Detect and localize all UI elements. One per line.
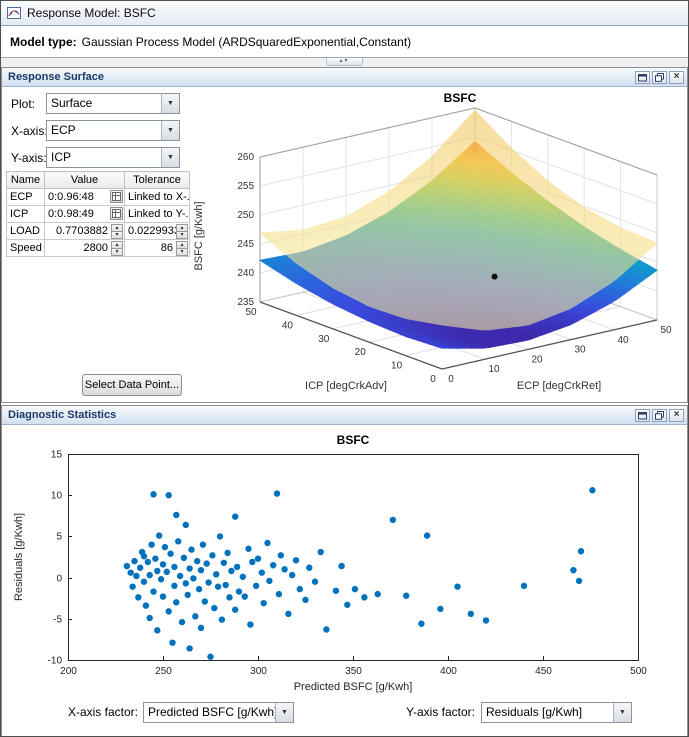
tolerance-spinner[interactable]: ▴ ▾: [176, 241, 188, 256]
xaxis-label: X-axis:: [11, 124, 48, 138]
column-header-value: Value: [44, 171, 125, 189]
spinner-up-icon[interactable]: ▴: [176, 224, 188, 232]
residuals-plot-canvas[interactable]: [2, 424, 688, 696]
close-icon: ×: [673, 71, 680, 82]
y-factor-select[interactable]: Residuals [g/Kwh] ▼: [481, 702, 632, 723]
spinner-down-icon[interactable]: ▾: [176, 232, 188, 239]
factor-row-ecp: ECP 0:0.96:48 Linked to X-...: [6, 188, 190, 206]
grid-icon: [112, 209, 121, 218]
factor-name-cell: ECP: [6, 188, 45, 206]
column-header-name: Name: [6, 171, 45, 189]
edit-values-button[interactable]: [110, 190, 123, 203]
factor-value-cell[interactable]: 2800 ▴ ▾: [44, 239, 125, 257]
select-data-point-button[interactable]: Select Data Point...: [82, 374, 182, 396]
spinner-down-icon[interactable]: ▾: [111, 249, 123, 256]
horizontal-splitter[interactable]: ▴▾: [1, 58, 688, 67]
value-spinner[interactable]: ▴ ▾: [111, 224, 123, 239]
factor-tolerance-cell[interactable]: Linked to X-...: [124, 188, 190, 206]
spinner-up-icon[interactable]: ▴: [176, 241, 188, 249]
window-title: Response Model: BSFC: [27, 6, 156, 20]
plot-label: Plot:: [11, 97, 36, 111]
diagnostic-statistics-panel-header: Diagnostic Statistics ×: [2, 406, 687, 425]
spinner-down-icon[interactable]: ▾: [176, 249, 188, 256]
xaxis-select[interactable]: ECP ▼: [46, 120, 180, 141]
chevron-down-icon[interactable]: ▼: [275, 703, 293, 722]
yaxis-value: ICP: [51, 150, 72, 164]
spinner-up-icon[interactable]: ▴: [111, 224, 123, 232]
factor-value-text: 2800: [83, 242, 108, 254]
spinner-up-icon[interactable]: ▴: [111, 241, 123, 249]
factor-value-text: 0:0.98:49: [48, 208, 94, 220]
chevron-down-icon[interactable]: ▼: [161, 121, 179, 140]
window-titlebar[interactable]: Response Model: BSFC: [1, 1, 688, 26]
panel-close-button[interactable]: ×: [669, 70, 684, 84]
chevron-down-icon[interactable]: ▼: [161, 94, 179, 113]
factor-tolerance-cell[interactable]: 86 ▴ ▾: [124, 239, 190, 257]
column-header-tolerance: Tolerance: [124, 171, 190, 189]
factor-tolerance-text: 86: [160, 242, 173, 254]
factor-value-cell[interactable]: 0.7703882 ▴ ▾: [44, 222, 125, 240]
surface-plot-canvas[interactable]: [188, 86, 688, 402]
panel-title: Response Surface: [8, 71, 104, 83]
panel-undock-button[interactable]: [652, 70, 667, 84]
diagnostic-statistics-panel: Diagnostic Statistics × X-axis factor: P…: [1, 405, 688, 736]
factor-value-text: 0.7703882: [56, 225, 108, 237]
tolerance-spinner[interactable]: ▴ ▾: [176, 224, 188, 239]
factor-tolerance-cell[interactable]: Linked to Y-...: [124, 205, 190, 223]
undock-icon: [655, 72, 664, 82]
x-factor-label: X-axis factor:: [67, 705, 138, 719]
factor-name-cell: LOAD: [6, 222, 45, 240]
factor-tolerance-cell[interactable]: 0.0229933 ▴ ▾: [124, 222, 190, 240]
maximize-icon: [638, 411, 647, 419]
y-factor-value: Residuals [g/Kwh]: [486, 705, 583, 719]
factor-value-text: 0:0.96:48: [48, 191, 94, 203]
panel-maximize-button[interactable]: [635, 408, 650, 422]
plot-type-value: Surface: [51, 96, 93, 110]
close-icon: ×: [673, 409, 680, 420]
grid-icon: [112, 192, 121, 201]
model-type-label: Model type:: [10, 34, 77, 49]
model-type-bar: Model type: Gaussian Process Model (ARDS…: [1, 26, 688, 58]
panel-title: Diagnostic Statistics: [8, 409, 117, 421]
factor-row-icp: ICP 0:0.98:49 Linked to Y-...: [6, 205, 190, 223]
factor-name-cell: Speed: [6, 239, 45, 257]
factor-table: Name Value Tolerance ECP 0:0.96:48 Linke…: [6, 171, 190, 257]
edit-values-button[interactable]: [110, 207, 123, 220]
response-surface-panel: Response Surface × Plot: Surface ▼ X-axi…: [1, 67, 688, 403]
yaxis-label: Y-axis:: [11, 151, 47, 165]
panel-maximize-button[interactable]: [635, 70, 650, 84]
splitter-grip-icon[interactable]: ▴▾: [326, 58, 363, 66]
factor-value-cell[interactable]: 0:0.98:49: [44, 205, 125, 223]
xaxis-value: ECP: [51, 123, 76, 137]
model-type-value: Gaussian Process Model (ARDSquaredExpone…: [81, 34, 412, 49]
value-spinner[interactable]: ▴ ▾: [111, 241, 123, 256]
x-factor-select[interactable]: Predicted BSFC [g/Kwh] ▼: [143, 702, 294, 723]
factor-table-header-row: Name Value Tolerance: [6, 171, 190, 189]
factor-row-speed: Speed 2800 ▴ ▾ 86 ▴ ▾: [6, 239, 190, 257]
app-icon: [7, 7, 21, 19]
factor-value-cell[interactable]: 0:0.96:48: [44, 188, 125, 206]
factor-tolerance-text: 0.0229933: [128, 225, 180, 237]
plot-type-select[interactable]: Surface ▼: [46, 93, 180, 114]
response-model-window: Response Model: BSFC Model type: Gaussia…: [0, 0, 689, 737]
maximize-icon: [638, 73, 647, 81]
response-surface-panel-header: Response Surface ×: [2, 68, 687, 87]
yaxis-select[interactable]: ICP ▼: [46, 147, 180, 168]
undock-icon: [655, 410, 664, 420]
spinner-down-icon[interactable]: ▾: [111, 232, 123, 239]
chevron-down-icon[interactable]: ▼: [613, 703, 631, 722]
x-factor-value: Predicted BSFC [g/Kwh]: [148, 705, 275, 719]
panel-close-button[interactable]: ×: [669, 408, 684, 422]
y-factor-label: Y-axis factor:: [406, 705, 475, 719]
factor-name-cell: ICP: [6, 205, 45, 223]
panel-undock-button[interactable]: [652, 408, 667, 422]
factor-row-load: LOAD 0.7703882 ▴ ▾ 0.0229933 ▴ ▾: [6, 222, 190, 240]
chevron-down-icon[interactable]: ▼: [161, 148, 179, 167]
